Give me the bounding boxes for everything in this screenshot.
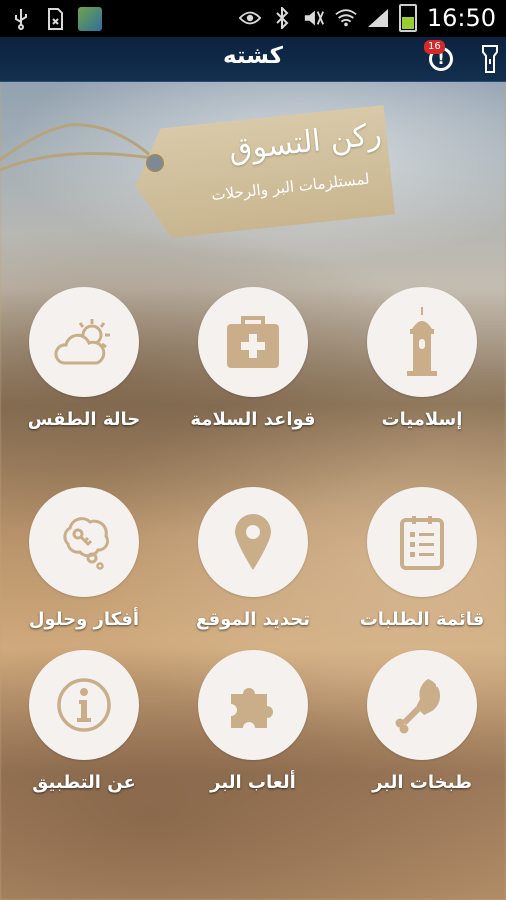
idea-thought-bubble-icon: [63, 517, 110, 570]
flashlight-button[interactable]: [482, 45, 498, 73]
tile-label: ألعاب البر: [210, 772, 296, 793]
tile-desert-games[interactable]: ألعاب البر: [178, 650, 328, 793]
tile-weather[interactable]: حالة الطقس: [9, 287, 159, 430]
app-header: كشته ! 16: [0, 37, 506, 82]
puzzle-icon: [231, 688, 273, 728]
tile-label: تحديد الموقع: [196, 609, 310, 630]
tile-label: قائمة الطلبات: [359, 609, 485, 630]
tile-ideas[interactable]: أفكار وحلول: [9, 487, 159, 630]
tile-circle: [29, 487, 139, 597]
notifications-button[interactable]: ! 16: [424, 40, 458, 77]
tile-circle: [367, 287, 477, 397]
tile-islamic[interactable]: إسلاميات: [347, 287, 497, 430]
flashlight-icon: [482, 45, 498, 73]
tile-circle: [367, 650, 477, 760]
tile-orders-list[interactable]: قائمة الطلبات: [347, 487, 497, 630]
first-aid-kit-icon: [227, 316, 279, 368]
tile-circle: [198, 650, 308, 760]
tile-label: إسلاميات: [381, 409, 463, 430]
tile-label: قواعد السلامة: [190, 409, 316, 430]
bluetooth-icon: [271, 7, 293, 29]
tile-label: طبخات البر: [372, 772, 472, 793]
tile-circle: [29, 650, 139, 760]
tile-circle: [198, 487, 308, 597]
mosque-minaret-icon: [407, 307, 437, 376]
tile-locate[interactable]: تحديد الموقع: [178, 487, 328, 630]
checklist-icon: [400, 516, 444, 570]
tile-circle: [198, 287, 308, 397]
tile-safety-rules[interactable]: قواعد السلامة: [178, 287, 328, 430]
tile-circle: [29, 287, 139, 397]
tile-circle: [367, 487, 477, 597]
location-pin-icon: [235, 514, 271, 570]
weather-cloud-sun-icon: [54, 319, 110, 365]
tag-hole: [146, 154, 164, 172]
tile-label: عن التطبيق: [32, 772, 136, 793]
tile-desert-cooking[interactable]: طبخات البر: [347, 650, 497, 793]
signal-icon: [367, 7, 389, 29]
battery-icon: [398, 4, 417, 32]
info-icon: [57, 678, 111, 732]
tile-about-app[interactable]: عن التطبيق: [9, 650, 159, 793]
notification-count-badge: 16: [424, 40, 445, 54]
clock-time: 16:50: [426, 4, 496, 32]
sim-icon: [44, 8, 66, 30]
status-bar: 16:50: [0, 0, 506, 37]
tile-label: أفكار وحلول: [28, 609, 140, 630]
app-thumbnail-icon: [78, 7, 102, 31]
tile-label: حالة الطقس: [27, 409, 141, 430]
usb-icon: [10, 8, 32, 30]
chicken-leg-icon: [395, 679, 441, 734]
mute-icon: [303, 7, 325, 29]
wifi-icon: [335, 7, 357, 29]
eye-icon: [238, 7, 261, 29]
